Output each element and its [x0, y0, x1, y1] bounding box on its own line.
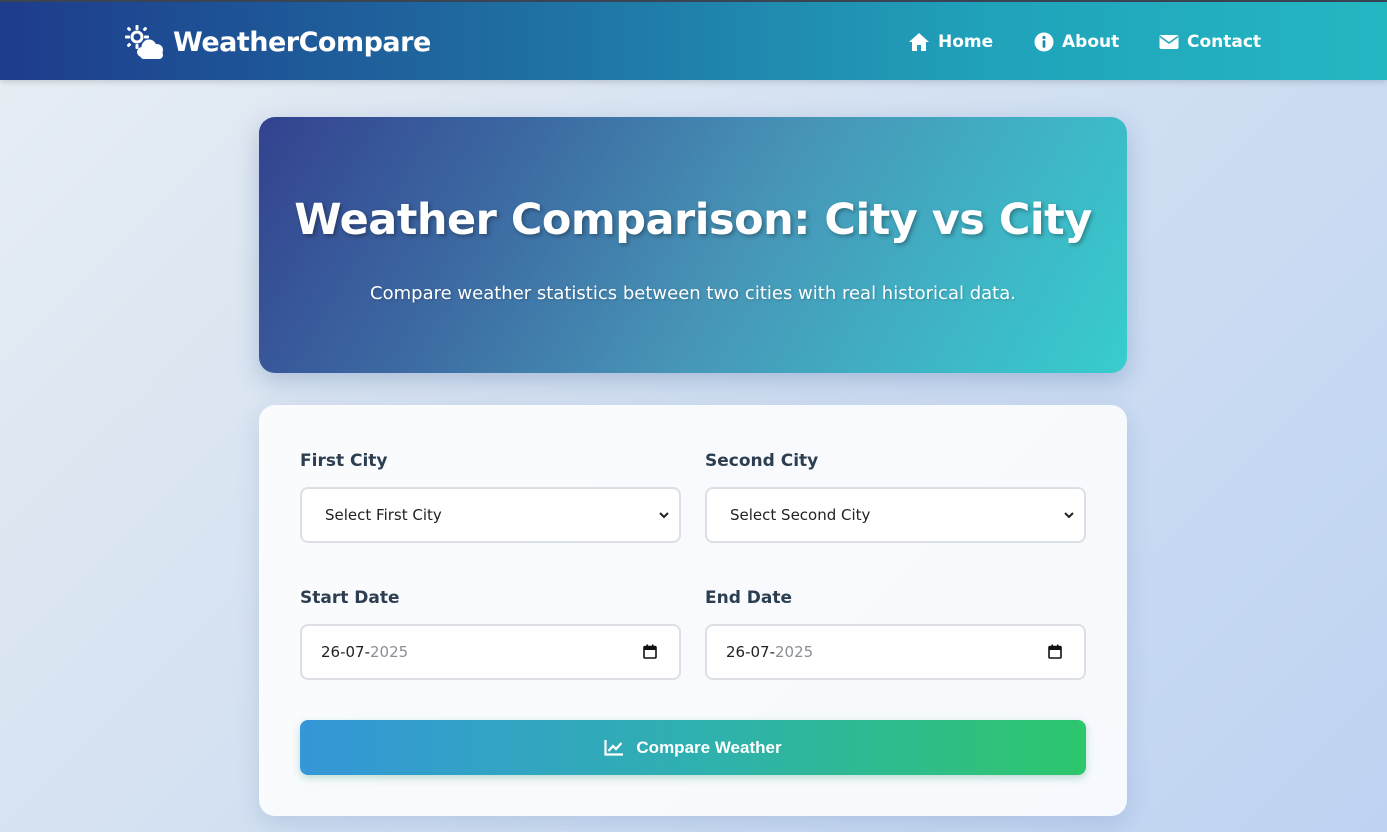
second-city-select[interactable]: Select Second City — [705, 487, 1086, 543]
end-date-year: 2025 — [775, 643, 814, 661]
first-city-select[interactable]: Select First City — [300, 487, 681, 543]
nav-home-label: Home — [938, 32, 994, 52]
start-date-day-month: 26-07- — [321, 643, 370, 661]
start-date-value: 26-07-2025 — [302, 643, 408, 661]
end-date-label: End Date — [705, 588, 793, 608]
end-date-value: 26-07-2025 — [707, 643, 813, 661]
brand-link[interactable]: WeatherCompare — [123, 24, 431, 60]
first-city-value: Select First City — [325, 506, 442, 524]
home-icon — [909, 33, 929, 51]
nav-contact[interactable]: Contact — [1159, 30, 1261, 54]
compare-weather-label: Compare Weather — [636, 737, 782, 757]
compare-weather-button[interactable]: Compare Weather — [300, 720, 1086, 775]
chevron-down-icon — [1064, 512, 1074, 519]
navbar: WeatherCompare Home About Contact — [0, 2, 1387, 80]
start-date-year: 2025 — [370, 643, 409, 661]
second-city-label: Second City — [705, 451, 819, 471]
nav-home[interactable]: Home — [908, 30, 993, 54]
hero-banner: Weather Comparison: City vs City Compare… — [259, 117, 1127, 373]
nav-about[interactable]: About — [1034, 30, 1119, 54]
nav-about-label: About — [1062, 32, 1120, 52]
comparison-form: First City Select First City Second City… — [259, 405, 1127, 816]
page-title: Weather Comparison: City vs City — [294, 195, 1092, 245]
calendar-icon[interactable] — [1048, 644, 1062, 659]
envelope-icon — [1159, 35, 1179, 49]
start-date-label: Start Date — [300, 588, 400, 608]
sun-cloud-icon — [123, 24, 167, 60]
end-date-input[interactable]: 26-07-2025 — [705, 624, 1086, 680]
second-city-value: Select Second City — [730, 506, 871, 524]
end-date-day-month: 26-07- — [726, 643, 775, 661]
page-subtitle: Compare weather statistics between two c… — [370, 283, 1016, 304]
calendar-icon[interactable] — [643, 644, 657, 659]
nav-contact-label: Contact — [1187, 32, 1262, 52]
first-city-label: First City — [300, 451, 388, 471]
start-date-input[interactable]: 26-07-2025 — [300, 624, 681, 680]
chart-line-icon — [604, 740, 624, 756]
chevron-down-icon — [659, 512, 669, 519]
info-icon — [1034, 32, 1054, 52]
brand-name: WeatherCompare — [173, 26, 431, 58]
